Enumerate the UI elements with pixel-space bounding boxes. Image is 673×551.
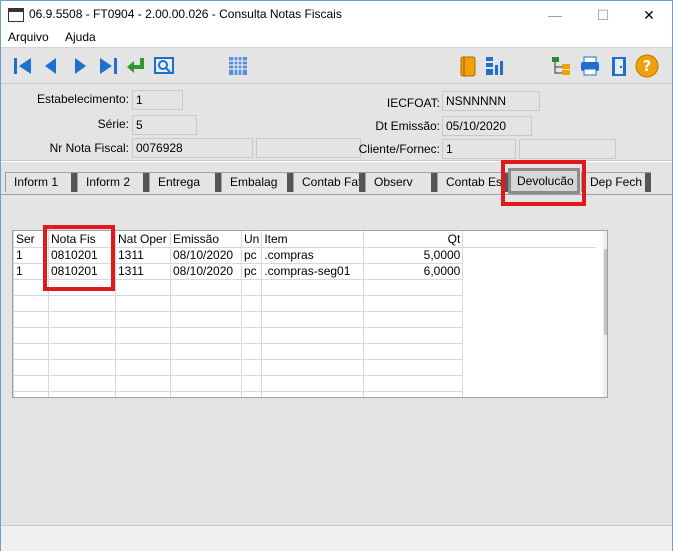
help-icon[interactable]: ? [634, 53, 660, 79]
tab-contab-est[interactable]: Contab Est [437, 172, 509, 192]
cell-emissao: 08/10/2020 [170, 246, 242, 264]
svg-text:?: ? [643, 57, 652, 75]
iecfoat-label: IECFOAT: [386, 96, 440, 110]
cell-un: pc [240, 246, 263, 264]
empty-row [13, 374, 596, 392]
tab-label: Entrega [158, 175, 201, 189]
col-header-qt[interactable]: Qt [363, 231, 464, 248]
cell-filler [463, 247, 596, 263]
col-header-filler [462, 231, 596, 248]
menu-ajuda[interactable]: Ajuda [65, 30, 96, 44]
empty-row [13, 326, 596, 344]
maximize-button[interactable]: ☐ [580, 1, 626, 29]
tab-label: Inform 2 [86, 175, 131, 189]
last-icon[interactable] [95, 53, 121, 79]
col-header-nat-oper[interactable]: Nat Oper [115, 231, 171, 248]
nr-nota-fiscal-field[interactable]: 0076928 [132, 138, 253, 158]
window-title: 06.9.5508 - FT0904 - 2.00.00.026 - Consu… [29, 7, 342, 21]
empty-row [13, 310, 596, 328]
grid-vertical-scrollbar[interactable]: ▲ ▼ [603, 231, 607, 397]
tab-label: Observ [374, 175, 413, 189]
tab-label: Dep Fech [590, 175, 643, 189]
empty-row [13, 390, 596, 397]
report-chart-icon[interactable] [482, 53, 508, 79]
scroll-up-icon[interactable]: ▲ [603, 231, 607, 247]
tab-label: Inform 1 [14, 175, 59, 189]
empty-row [13, 358, 596, 376]
col-header-emissao[interactable]: Emissão [170, 231, 242, 248]
select-return-icon[interactable] [123, 53, 149, 79]
tab-observ[interactable]: Observ [365, 172, 437, 192]
tab-inform-1[interactable]: Inform 1 [5, 172, 77, 192]
cell-un: pc [240, 262, 263, 280]
previous-icon[interactable] [38, 53, 64, 79]
nr-nota-fiscal-label: Nr Nota Fiscal: [49, 141, 129, 155]
cell-filler [463, 263, 596, 279]
status-bar [1, 525, 672, 551]
empty-row [13, 294, 596, 312]
tab-entrega[interactable]: Entrega [149, 172, 221, 192]
exit-door-icon[interactable] [606, 53, 632, 79]
cliente-fornec-label: Cliente/Fornec: [358, 142, 440, 156]
cell-qt: 5,0000 [363, 246, 464, 264]
tab-embalag[interactable]: Embalag [221, 172, 293, 192]
menu-arquivo[interactable]: Arquivo [8, 30, 49, 44]
dt-emissao-field[interactable]: 05/10/2020 [442, 116, 532, 136]
notebook-icon[interactable] [455, 53, 481, 79]
tab-inform-2[interactable]: Inform 2 [77, 172, 149, 192]
printer-icon[interactable] [577, 53, 603, 79]
app-window: 06.9.5508 - FT0904 - 2.00.00.026 - Consu… [0, 0, 673, 551]
next-icon[interactable] [67, 53, 93, 79]
title-bar: 06.9.5508 - FT0904 - 2.00.00.026 - Consu… [1, 1, 672, 29]
cell-item: .compras [261, 246, 365, 264]
serie-label: Série: [97, 117, 129, 131]
iecfoat-field[interactable]: NSNNNNN [442, 91, 540, 111]
tab-label: Embalag [230, 175, 278, 189]
header-form: Estabelecimento: 1 Série: 5 Nr Nota Fisc… [1, 83, 672, 161]
col-header-item[interactable]: Item [261, 231, 365, 248]
empty-row [13, 342, 596, 360]
cliente-fornec-name-field [519, 139, 616, 159]
scrollbar-thumb[interactable] [604, 249, 607, 335]
minimize-button[interactable]: — [532, 1, 578, 29]
dt-emissao-label: Dt Emissão: [375, 119, 440, 133]
first-icon[interactable] [10, 53, 36, 79]
cell-nat-oper: 1311 [115, 262, 171, 280]
cell-item: .compras-seg01 [261, 262, 365, 280]
cliente-fornec-field[interactable]: 1 [442, 139, 516, 159]
col-header-un[interactable]: Un [240, 231, 263, 248]
tab-label: Contab Fat [302, 175, 362, 189]
cell-emissao: 08/10/2020 [170, 262, 242, 280]
cell-qt: 6,0000 [363, 262, 464, 280]
menu-bar: Arquivo Ajuda [1, 29, 672, 47]
serie-field[interactable]: 5 [132, 115, 197, 135]
estabelecimento-field[interactable]: 1 [132, 90, 183, 110]
tab-label: Contab Est [446, 175, 506, 189]
tab-dep-fech[interactable]: Dep Fech [581, 172, 651, 192]
nota-fis-column-highlight [43, 225, 115, 291]
toolbar: ? [1, 47, 672, 83]
app-window-icon [8, 8, 24, 22]
cell-nat-oper: 1311 [115, 246, 171, 264]
devolucao-tab-highlight [501, 160, 586, 206]
close-button[interactable]: ✕ [626, 1, 672, 29]
tree-structure-icon[interactable] [548, 53, 574, 79]
scroll-down-icon[interactable]: ▼ [603, 381, 607, 397]
calendar-grid-icon[interactable] [225, 53, 251, 79]
estabelecimento-label: Estabelecimento: [36, 92, 129, 106]
search-record-icon[interactable] [151, 53, 177, 79]
tab-contab-fat[interactable]: Contab Fat [293, 172, 365, 192]
